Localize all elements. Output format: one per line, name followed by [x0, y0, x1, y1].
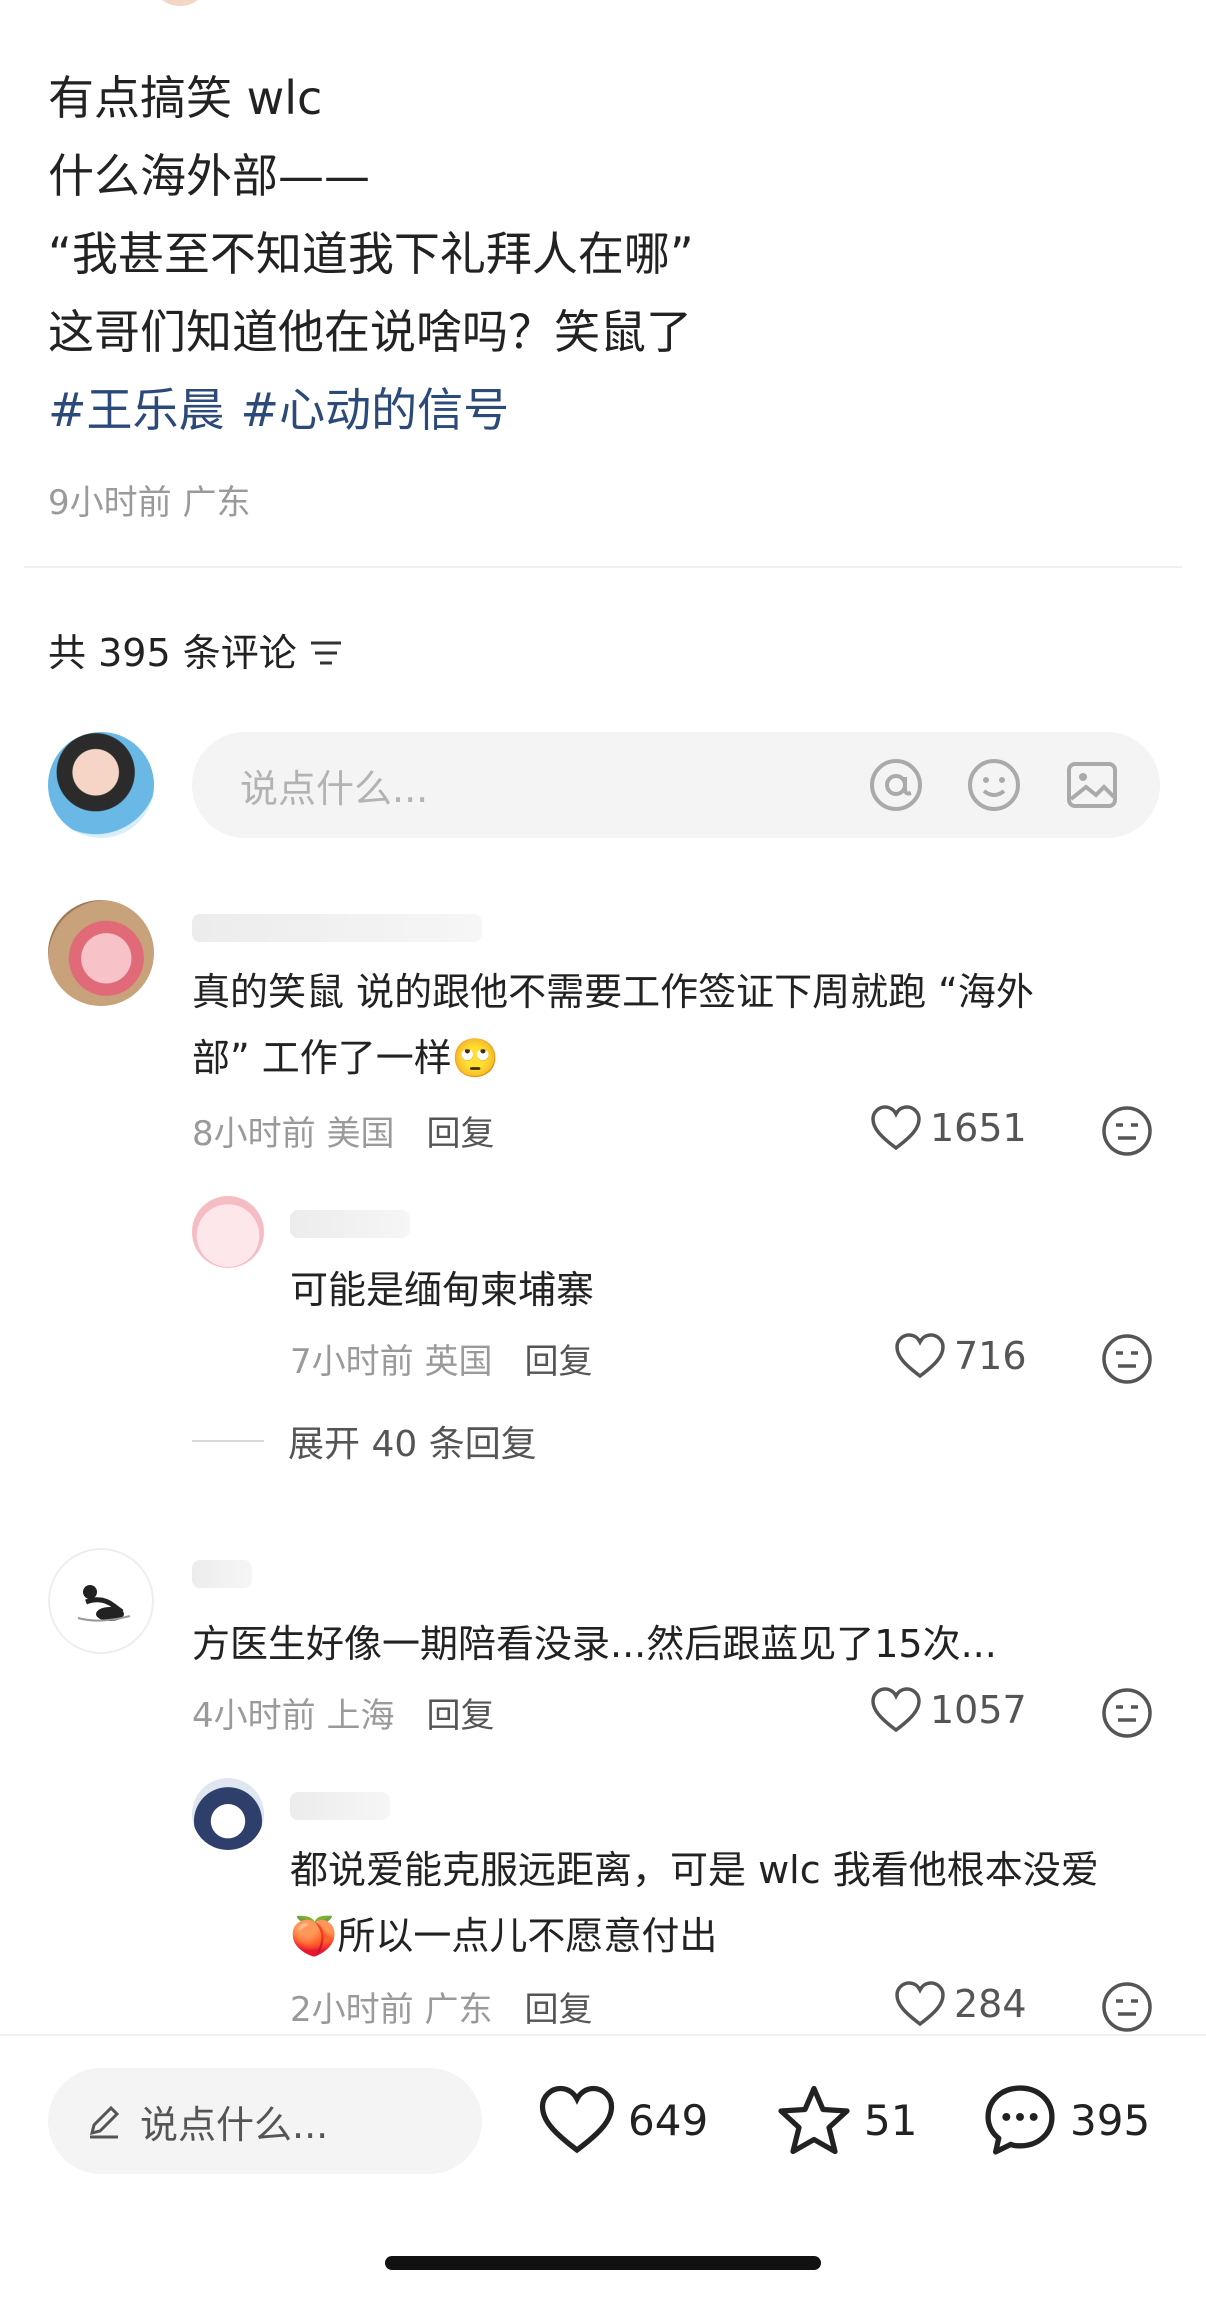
like-count: 716: [954, 1334, 1027, 1378]
comment-bubble-icon: [985, 2085, 1055, 2155]
comment-like-button[interactable]: 1057: [870, 1686, 1027, 1734]
comment-location: 美国: [326, 1114, 395, 1154]
dislike-face-icon[interactable]: [1100, 1332, 1154, 1386]
replier-name-blurred[interactable]: [290, 1210, 410, 1238]
comments-count-suffix: 条评论: [182, 631, 297, 675]
commenter-name-blurred[interactable]: [192, 1560, 252, 1588]
at-icon[interactable]: [868, 757, 924, 813]
post-comment-count: 395: [1070, 2095, 1151, 2145]
post-line-2: 什么海外部——: [48, 149, 370, 203]
sketch-figure-icon: [77, 1585, 131, 1622]
comments-count-prefix: 共: [48, 631, 87, 675]
comment-input[interactable]: 说点什么...: [192, 732, 1160, 838]
post-like-count: 649: [628, 2095, 709, 2145]
comment-text-line: 真的笑鼠 说的跟他不需要工作签证下周就跑 “海外: [192, 970, 1034, 1014]
bottom-comment-input[interactable]: 说点什么...: [48, 2068, 482, 2174]
pencil-icon: [89, 2105, 120, 2139]
comment-like-button[interactable]: 1651: [870, 1104, 1027, 1152]
reply-button[interactable]: 回复: [524, 1982, 592, 2031]
heart-icon: [871, 1105, 921, 1151]
like-count: 1057: [930, 1688, 1027, 1732]
hashtag-link[interactable]: #心动的信号: [241, 383, 510, 437]
post-time: 9小时前: [48, 483, 172, 523]
commenter-avatar[interactable]: [48, 900, 154, 1006]
comments-count[interactable]: 共 395 条评论: [48, 625, 343, 681]
filter-icon[interactable]: [309, 638, 343, 668]
comment-meta: 8小时前 美国 回复: [192, 1106, 494, 1155]
star-icon: [778, 2085, 850, 2155]
post-collect-count: 51: [864, 2095, 918, 2145]
emoji-icon[interactable]: [966, 757, 1022, 813]
comment-text-line: 方医生好像一期陪看没录...然后跟蓝见了15次...: [192, 1622, 997, 1666]
post-line-4: 这哥们知道他在说啥吗？笑鼠了: [48, 305, 692, 359]
heart-icon: [871, 1687, 921, 1733]
post-meta: 9小时前 广东: [48, 480, 250, 526]
heart-icon: [895, 1981, 945, 2027]
replier-name-blurred[interactable]: [290, 1792, 390, 1820]
post-like-button[interactable]: 649: [538, 2084, 708, 2156]
comment-meta: 4小时前 上海 回复: [192, 1688, 494, 1737]
reply-text-line: 可能是缅甸柬埔寨: [290, 1268, 595, 1312]
heart-icon: [895, 1333, 945, 1379]
reply-meta: 7小时前 英国 回复: [290, 1334, 592, 1383]
reply-button[interactable]: 回复: [426, 1688, 494, 1737]
replier-avatar[interactable]: [192, 1196, 264, 1268]
post-line-1: 有点搞笑 wlc: [48, 71, 323, 125]
my-avatar[interactable]: [48, 732, 154, 838]
home-indicator[interactable]: [385, 2256, 821, 2270]
post-tags: #王乐晨 #心动的信号: [48, 380, 525, 440]
reply-text-line: 都说爱能克服远距离，可是 wlc 我看他根本没爱: [290, 1848, 1099, 1892]
hashtag-link[interactable]: #王乐晨: [48, 383, 225, 437]
like-count: 1651: [930, 1106, 1027, 1150]
like-count: 284: [954, 1982, 1027, 2026]
post-comment-button[interactable]: 395: [982, 2082, 1150, 2158]
dislike-face-icon[interactable]: [1100, 1104, 1154, 1158]
author-avatar-partial[interactable]: [150, 0, 210, 6]
reply-location: 广东: [424, 1990, 493, 2030]
replier-avatar[interactable]: [192, 1778, 264, 1850]
reply-time: 2小时前: [290, 1990, 414, 2030]
dislike-face-icon[interactable]: [1100, 1686, 1154, 1740]
reply-like-button[interactable]: 284: [894, 1980, 1027, 2028]
bottom-input-placeholder: 说点什么...: [140, 2102, 329, 2147]
comments-count-number: 395: [98, 631, 171, 675]
comment-text-line: 部” 工作了一样🙄: [192, 1036, 500, 1080]
commenter-avatar[interactable]: [48, 1548, 154, 1654]
post-collect-button[interactable]: 51: [776, 2084, 917, 2156]
reply-time: 7小时前: [290, 1342, 414, 1382]
reply-button[interactable]: 回复: [524, 1334, 592, 1383]
reply-location: 英国: [424, 1342, 493, 1382]
dislike-face-icon[interactable]: [1100, 1980, 1154, 2034]
post-line-3: “我甚至不知道我下礼拜人在哪”: [48, 227, 694, 281]
post-location: 广东: [182, 483, 251, 523]
reply-meta: 2小时前 广东 回复: [290, 1982, 592, 2031]
expand-replies-button[interactable]: 展开 40 条回复: [192, 1415, 537, 1467]
reply-text-line: 🍑所以一点儿不愿意付出: [290, 1914, 718, 1958]
heart-icon: [539, 2085, 615, 2154]
image-icon[interactable]: [1064, 757, 1120, 813]
reply-button[interactable]: 回复: [426, 1106, 494, 1155]
expand-replies-label: 展开 40 条回复: [288, 1424, 537, 1465]
comment-time: 4小时前: [192, 1696, 316, 1736]
comment-input-placeholder: 说点什么...: [240, 766, 429, 811]
commenter-name-blurred[interactable]: [192, 914, 482, 942]
reply-like-button[interactable]: 716: [894, 1332, 1027, 1380]
section-divider: [24, 566, 1182, 568]
comment-time: 8小时前: [192, 1114, 316, 1154]
comment-location: 上海: [326, 1696, 395, 1736]
expand-line: [192, 1440, 264, 1442]
